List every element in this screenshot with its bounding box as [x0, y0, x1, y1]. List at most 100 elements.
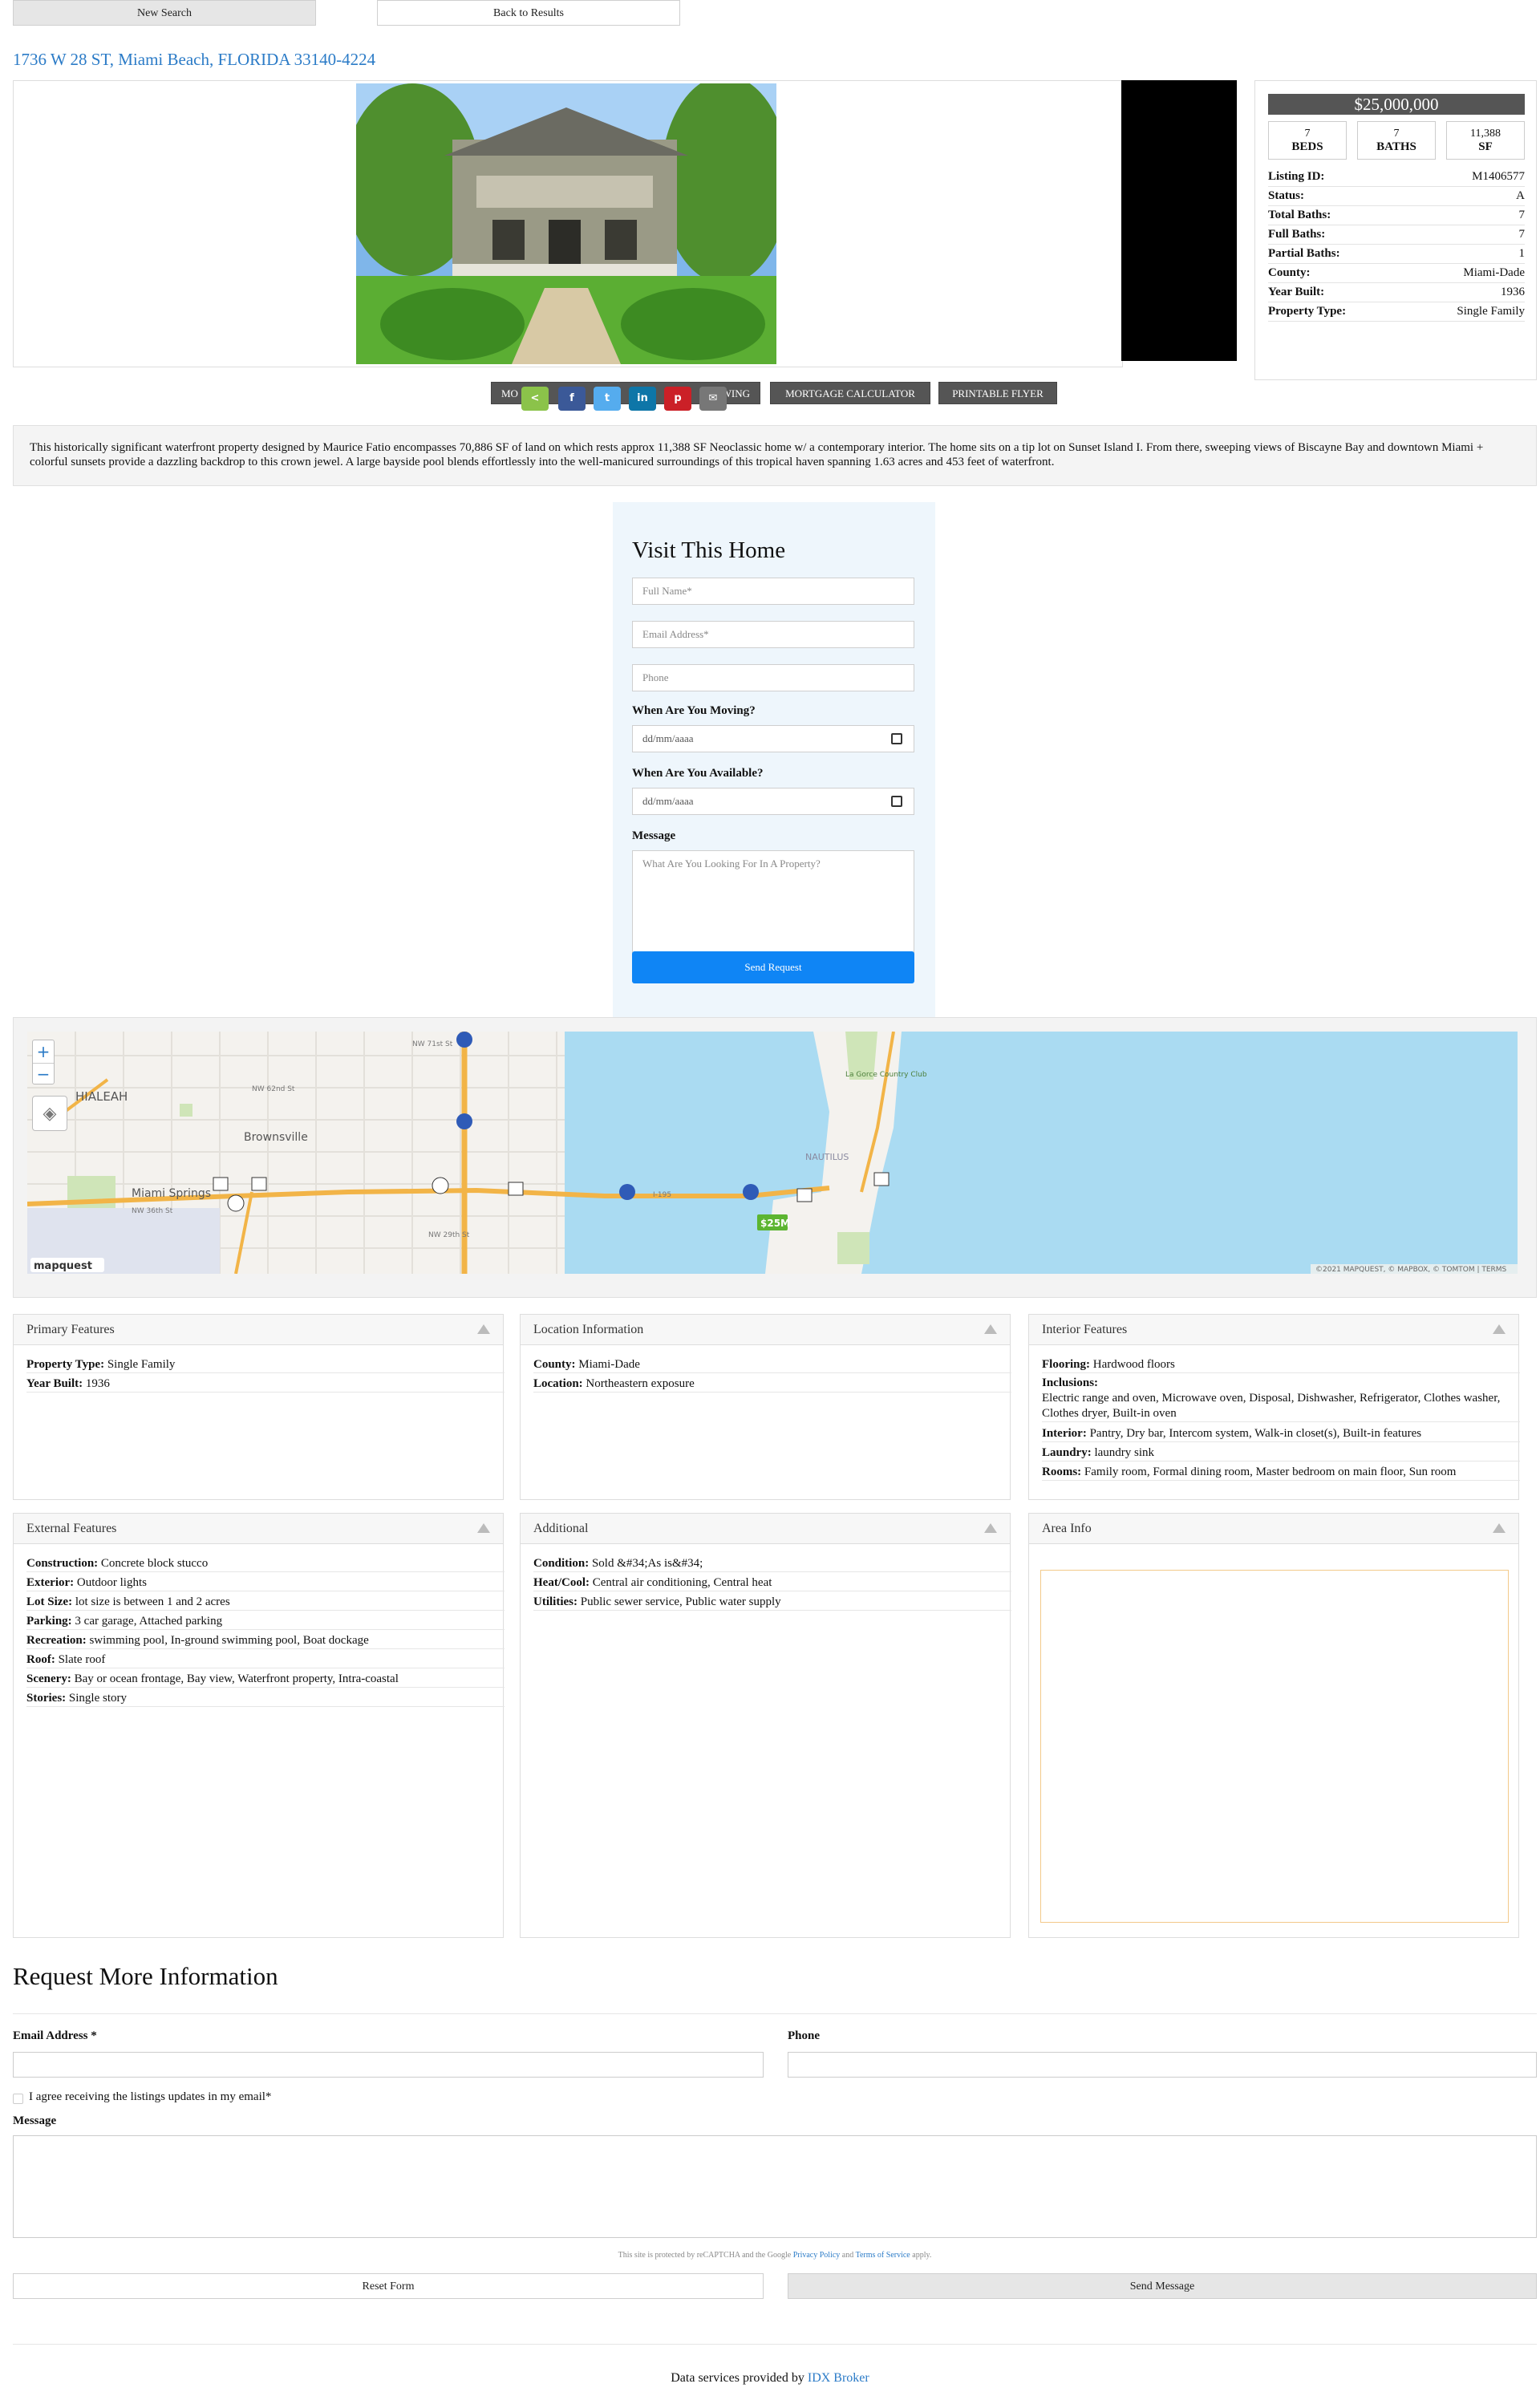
- map-label-hialeah: HIALEAH: [75, 1089, 128, 1104]
- full-name-input[interactable]: Full Name*: [632, 578, 914, 605]
- privacy-policy-link[interactable]: Privacy Policy: [793, 2251, 841, 2260]
- twitter-icon[interactable]: t: [594, 387, 621, 411]
- feature-row: Exterior: Outdoor lights: [26, 1575, 505, 1591]
- message-textarea[interactable]: What Are You Looking For In A Property?: [632, 850, 914, 953]
- pinterest-icon[interactable]: p: [664, 387, 691, 411]
- feature-row: Laundry: laundry sink: [1042, 1445, 1520, 1461]
- calendar-icon: [891, 733, 902, 744]
- moving-date-input[interactable]: dd/mm/aaaa: [632, 725, 914, 752]
- feature-row: Scenery: Bay or ocean frontage, Bay view…: [26, 1671, 505, 1688]
- detail-row: Partial Baths: 1: [1268, 245, 1525, 264]
- send-message-button[interactable]: Send Message: [788, 2273, 1537, 2299]
- photo-side-panel: [1121, 80, 1237, 361]
- collapse-icon[interactable]: [1493, 1324, 1506, 1334]
- linkedin-icon[interactable]: in: [629, 387, 656, 411]
- visit-title: Visit This Home: [632, 537, 786, 563]
- feature-row: Location: Northeastern exposure: [533, 1376, 1011, 1393]
- feature-row: Year Built: 1936: [26, 1376, 505, 1393]
- map-label-nw62: NW 62nd St: [252, 1085, 295, 1093]
- request-email-input[interactable]: [13, 2052, 764, 2078]
- baths-value: 7: [1393, 128, 1400, 140]
- feature-row: Recreation: swimming pool, In-ground swi…: [26, 1632, 505, 1649]
- available-date-input[interactable]: dd/mm/aaaa: [632, 788, 914, 815]
- request-message-label: Message: [13, 2114, 57, 2127]
- feature-row: Condition: Sold &#34;As is&#34;: [533, 1555, 1011, 1572]
- panel-header[interactable]: Additional: [521, 1514, 1010, 1544]
- property-photo[interactable]: [356, 83, 776, 364]
- feature-row: Construction: Concrete block stucco: [26, 1555, 505, 1572]
- feature-row: Utilities: Public sewer service, Public …: [533, 1594, 1011, 1611]
- area-info-panel: Area Info: [1028, 1513, 1519, 1938]
- property-map[interactable]: HIALEAH Brownsville Miami Springs NAUTIL…: [27, 1032, 1518, 1274]
- panel-header[interactable]: Primary Features: [14, 1315, 503, 1345]
- moving-label: When Are You Moving?: [632, 704, 756, 717]
- reset-form-button[interactable]: Reset Form: [13, 2273, 764, 2299]
- map-label-nw71: NW 71st St: [412, 1040, 453, 1048]
- zoom-out-button[interactable]: −: [33, 1063, 54, 1084]
- message-label: Message: [632, 829, 676, 842]
- printable-flyer-button[interactable]: PRINTABLE FLYER: [938, 382, 1057, 404]
- terms-link[interactable]: Terms of Service: [856, 2251, 910, 2260]
- panel-header[interactable]: Location Information: [521, 1315, 1010, 1345]
- email-label: Email Address *: [13, 2029, 97, 2042]
- email-icon[interactable]: ✉: [699, 387, 727, 411]
- phone-input[interactable]: Phone: [632, 664, 914, 691]
- agree-checkbox[interactable]: [13, 2094, 23, 2104]
- send-request-button[interactable]: Send Request: [632, 951, 914, 983]
- map-label-i195: I-195: [653, 1191, 671, 1199]
- sf-stat: 11,388 SF: [1446, 121, 1525, 160]
- captcha-notice: This site is protected by reCAPTCHA and …: [618, 2251, 932, 2260]
- beds-stat: 7 BEDS: [1268, 121, 1347, 160]
- collapse-icon[interactable]: [477, 1523, 490, 1533]
- feature-row: Inclusions: Electric range and oven, Micr…: [1042, 1376, 1520, 1422]
- divider: [13, 2344, 1537, 2345]
- panel-header[interactable]: External Features: [14, 1514, 503, 1544]
- location-info-panel: Location Information County: Miami-Dade …: [520, 1314, 1011, 1500]
- share-icon[interactable]: <: [521, 387, 549, 411]
- map-attribution[interactable]: ©2021 MAPQUEST, © MAPBOX, © TOMTOM | TER…: [1315, 1266, 1507, 1274]
- beds-label: BEDS: [1291, 140, 1323, 153]
- feature-row: Flooring: Hardwood floors: [1042, 1356, 1520, 1373]
- request-title: Request More Information: [13, 1962, 278, 1990]
- feature-row: Stories: Single story: [26, 1690, 505, 1707]
- map-zoom-control: + −: [32, 1040, 55, 1084]
- map-layers-icon[interactable]: ◈: [32, 1096, 67, 1131]
- panel-header[interactable]: Interior Features: [1029, 1315, 1518, 1345]
- detail-row: Status: A: [1268, 187, 1525, 206]
- new-search-button[interactable]: New Search: [13, 0, 316, 26]
- map-label-nw29: NW 29th St: [428, 1231, 470, 1239]
- feature-row: County: Miami-Dade: [533, 1356, 1011, 1373]
- detail-row: County: Miami-Dade: [1268, 264, 1525, 283]
- listing-summary: $25,000,000 7 BEDS 7 BATHS 11,388 SF Listin…: [1254, 80, 1537, 380]
- feature-row: Parking: 3 car garage, Attached parking: [26, 1613, 505, 1630]
- mortgage-calculator-button[interactable]: MORTGAGE CALCULATOR: [770, 382, 930, 404]
- idx-broker-link[interactable]: IDX Broker: [808, 2371, 869, 2385]
- facebook-icon[interactable]: f: [558, 387, 586, 411]
- feature-row: Rooms: Family room, Formal dining room, …: [1042, 1464, 1520, 1481]
- back-to-results-button[interactable]: Back to Results: [377, 0, 680, 26]
- request-message-textarea[interactable]: [13, 2135, 1537, 2238]
- map-label-nautilus: NAUTILUS: [805, 1152, 849, 1162]
- calendar-icon: [891, 796, 902, 807]
- map-price-pin-label: $25M: [760, 1218, 790, 1229]
- map-label-nw36: NW 36th St: [132, 1207, 173, 1215]
- detail-row: Listing ID: M1406577: [1268, 168, 1525, 187]
- interior-features-panel: Interior Features Flooring: Hardwood flo…: [1028, 1314, 1520, 1500]
- feature-row: Interior: Pantry, Dry bar, Intercom syst…: [1042, 1425, 1520, 1442]
- panel-header[interactable]: Area Info: [1029, 1514, 1518, 1544]
- zoom-in-button[interactable]: +: [33, 1040, 54, 1063]
- feature-row: Heat/Cool: Central air conditioning, Cen…: [533, 1575, 1011, 1591]
- collapse-icon[interactable]: [1493, 1523, 1506, 1533]
- feature-row: Roof: Slate roof: [26, 1652, 505, 1668]
- feature-row: Lot Size: lot size is between 1 and 2 ac…: [26, 1594, 505, 1611]
- detail-row: Year Built: 1936: [1268, 283, 1525, 302]
- collapse-icon[interactable]: [984, 1523, 997, 1533]
- visit-form: Visit This Home Full Name* Email Address…: [613, 502, 935, 1022]
- phone-label: Phone: [788, 2029, 821, 2042]
- collapse-icon[interactable]: [477, 1324, 490, 1334]
- collapse-icon[interactable]: [984, 1324, 997, 1334]
- email-input[interactable]: Email Address*: [632, 621, 914, 648]
- area-info-frame[interactable]: [1040, 1570, 1509, 1923]
- request-phone-input[interactable]: [788, 2052, 1537, 2078]
- detail-row: Property Type: Single Family: [1268, 302, 1525, 322]
